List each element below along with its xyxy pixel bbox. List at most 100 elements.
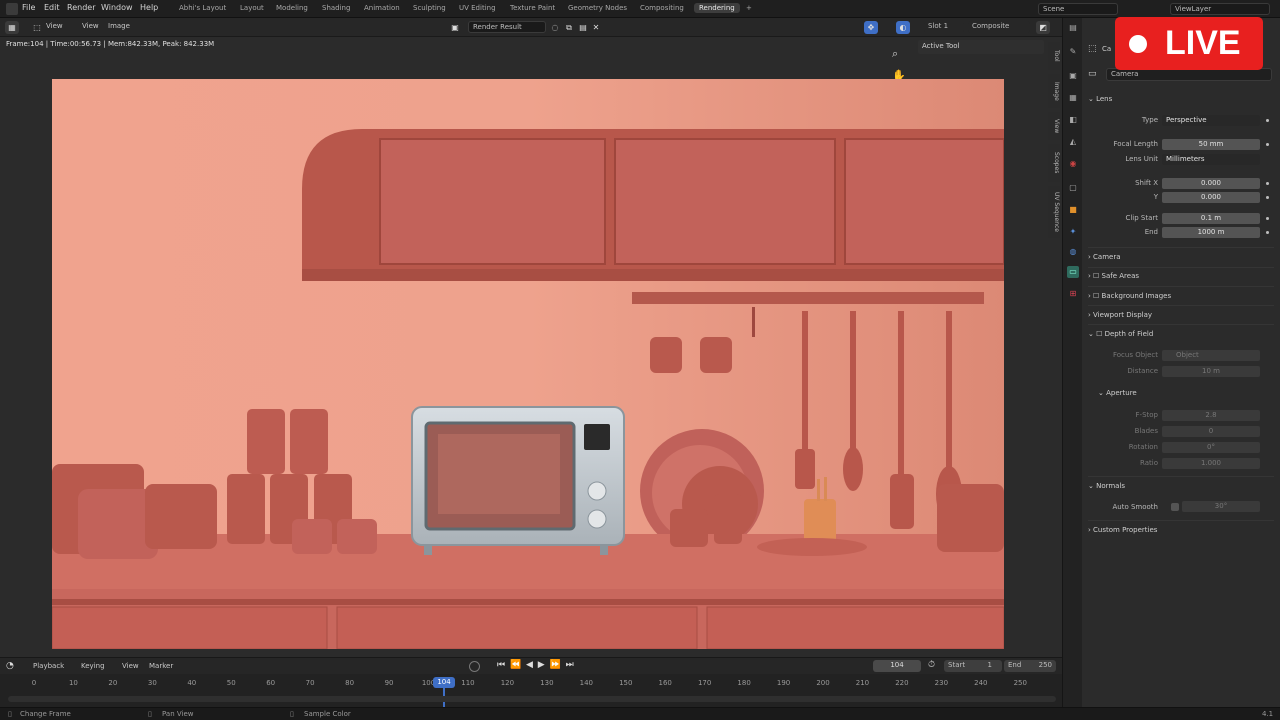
tab-rendering[interactable]: Rendering — [694, 3, 740, 13]
tab-geometry-nodes[interactable]: Geometry Nodes — [568, 4, 627, 12]
blades-field[interactable]: 0 — [1162, 426, 1260, 437]
gizmo-toggle-icon[interactable]: ✥ — [864, 21, 878, 34]
image-browse-icon[interactable]: ▣ — [448, 21, 462, 34]
side-tab-uv-sequence[interactable]: UV Sequence — [1048, 186, 1060, 238]
start-frame-field[interactable]: Start 1 — [944, 660, 1002, 672]
zoom-icon[interactable]: ⌕ — [892, 47, 898, 61]
fstop-field[interactable]: 2.8 — [1162, 410, 1260, 421]
scene-selector[interactable]: Scene — [1038, 3, 1118, 15]
overlay-toggle-icon[interactable]: ◐ — [896, 21, 910, 34]
view-layer-tab-icon[interactable]: ◧ — [1067, 114, 1079, 126]
menu-render[interactable]: Render — [67, 3, 95, 12]
add-workspace-button[interactable]: + — [746, 4, 752, 12]
rotation-field[interactable]: 0° — [1162, 442, 1260, 453]
playhead-frame-badge[interactable]: 104 — [433, 677, 455, 688]
physics-tab-icon[interactable]: ◍ — [1067, 246, 1079, 258]
end-frame-field[interactable]: End 250 — [1004, 660, 1056, 672]
image-mode-icon[interactable]: ⬚ — [30, 21, 44, 34]
auto-smooth-checkbox[interactable] — [1171, 503, 1179, 511]
tab-compositing[interactable]: Compositing — [640, 4, 684, 12]
tab-sculpting[interactable]: Sculpting — [413, 4, 446, 12]
image-name-field[interactable]: Render Result — [468, 21, 546, 33]
viewport-display-panel-header[interactable]: › Viewport Display — [1088, 307, 1274, 323]
editor-type-icon[interactable]: ▦ — [5, 21, 19, 34]
viewlayer-selector[interactable]: ViewLayer — [1170, 3, 1270, 15]
focus-object-field[interactable]: Object — [1162, 350, 1260, 361]
menu-edit[interactable]: Edit — [44, 3, 60, 12]
lens-unit-select[interactable]: Millimeters — [1162, 154, 1260, 165]
open-folder-icon[interactable]: ▤ — [576, 21, 590, 34]
layer-dropdown[interactable]: Composite — [968, 21, 1030, 33]
slot-dropdown[interactable]: Slot 1 — [924, 21, 964, 33]
side-tab-view[interactable]: View — [1048, 112, 1060, 140]
tab-uv-editing[interactable]: UV Editing — [459, 4, 496, 12]
animate-dot[interactable] — [1266, 182, 1269, 185]
shift-y-field[interactable]: 0.000 — [1162, 192, 1260, 203]
tab-texture-paint[interactable]: Texture Paint — [510, 4, 555, 12]
focal-length-field[interactable]: 50 mm — [1162, 139, 1260, 150]
timeline-scrollbar[interactable] — [8, 696, 1056, 702]
editor-type-props-icon[interactable]: ▤ — [1067, 22, 1079, 34]
menu-file[interactable]: File — [22, 3, 35, 12]
menu-help[interactable]: Help — [140, 3, 158, 12]
blender-logo-icon[interactable] — [6, 3, 18, 15]
side-tab-image[interactable]: Image — [1048, 74, 1060, 108]
clip-start-field[interactable]: 0.1 m — [1162, 213, 1260, 224]
safe-areas-panel-header[interactable]: › ☐ Safe Areas — [1088, 268, 1274, 284]
tab-animation[interactable]: Animation — [364, 4, 400, 12]
camera-data-tab-icon[interactable]: ▭ — [1067, 266, 1079, 278]
dof-panel-header[interactable]: ⌄ ☐ Depth of Field — [1088, 326, 1274, 342]
tab-modeling[interactable]: Modeling — [276, 4, 308, 12]
auto-smooth-angle-field[interactable]: 30° — [1182, 501, 1260, 512]
new-image-icon[interactable]: ⧉ — [562, 21, 576, 34]
tab-shading[interactable]: Shading — [322, 4, 350, 12]
object-tab-icon[interactable]: ■ — [1067, 204, 1079, 216]
menu-view[interactable]: View — [82, 22, 99, 30]
tab-abhis-layout[interactable]: Abhi's Layout — [179, 4, 226, 12]
camera-panel-header[interactable]: › Camera — [1088, 249, 1274, 265]
timeline-ruler[interactable]: 0 10 20 30 40 50 60 70 80 90 100 110 120 130 140 150 160… — [0, 674, 1062, 707]
timeline-view-menu[interactable]: View — [122, 662, 139, 670]
animate-dot[interactable] — [1266, 231, 1269, 234]
output-tab-icon[interactable]: ▦ — [1067, 92, 1079, 104]
marker-menu[interactable]: Marker — [149, 662, 173, 670]
normals-panel-header[interactable]: ⌄ Normals — [1088, 478, 1274, 494]
fake-user-icon[interactable]: ◌ — [548, 21, 562, 34]
animate-dot[interactable] — [1266, 119, 1269, 122]
tab-layout[interactable]: Layout — [240, 4, 264, 12]
menu-window[interactable]: Window — [101, 3, 133, 12]
pin-icon[interactable]: ⬚ — [1088, 44, 1097, 54]
side-tab-tool[interactable]: Tool — [1048, 42, 1060, 70]
current-frame-field[interactable]: 104 — [873, 660, 921, 672]
tool-tab-icon[interactable]: ✎ — [1067, 46, 1079, 58]
animate-dot[interactable] — [1266, 143, 1269, 146]
editor-type-timeline-icon[interactable]: ◔ — [6, 661, 18, 672]
modifier-tab-icon[interactable]: ✦ — [1067, 226, 1079, 238]
lens-panel-header[interactable]: ⌄ Lens — [1088, 91, 1274, 107]
shift-x-field[interactable]: 0.000 — [1162, 178, 1260, 189]
active-tool-panel[interactable]: Active Tool — [918, 40, 1044, 54]
keying-menu[interactable]: Keying — [81, 662, 105, 670]
playback-menu[interactable]: Playback — [33, 662, 64, 670]
playback-controls[interactable]: ⏮ ⏪ ◀ ▶ ⏩ ⏭ — [497, 660, 575, 670]
background-images-panel-header[interactable]: › ☐ Background Images — [1088, 288, 1274, 304]
view-mode-dropdown[interactable]: View — [46, 22, 63, 30]
render-tab-icon[interactable]: ▣ — [1067, 70, 1079, 82]
animate-dot[interactable] — [1266, 196, 1269, 199]
display-channels-icon[interactable]: ◩ — [1036, 21, 1050, 34]
side-tab-scopes[interactable]: Scopes — [1048, 144, 1060, 182]
animate-dot[interactable] — [1266, 217, 1269, 220]
auto-keying-icon[interactable] — [469, 661, 480, 672]
world-tab-icon[interactable]: ◉ — [1067, 158, 1079, 170]
image-viewport[interactable]: Frame:104 | Time:00:56.73 | Mem:842.33M,… — [0, 37, 1062, 657]
lens-type-select[interactable]: Perspective — [1162, 115, 1260, 126]
aperture-panel-header[interactable]: ⌄ Aperture — [1098, 385, 1280, 401]
ratio-field[interactable]: 1.000 — [1162, 458, 1260, 469]
preview-range-icon[interactable]: ⏱ — [928, 660, 935, 670]
distance-field[interactable]: 10 m — [1162, 366, 1260, 377]
clip-end-field[interactable]: 1000 m — [1162, 227, 1260, 238]
collection-tab-icon[interactable]: ▢ — [1067, 182, 1079, 194]
scene-tab-icon[interactable]: ◭ — [1067, 136, 1079, 148]
menu-image[interactable]: Image — [108, 22, 130, 30]
custom-properties-panel-header[interactable]: › Custom Properties — [1088, 522, 1274, 538]
